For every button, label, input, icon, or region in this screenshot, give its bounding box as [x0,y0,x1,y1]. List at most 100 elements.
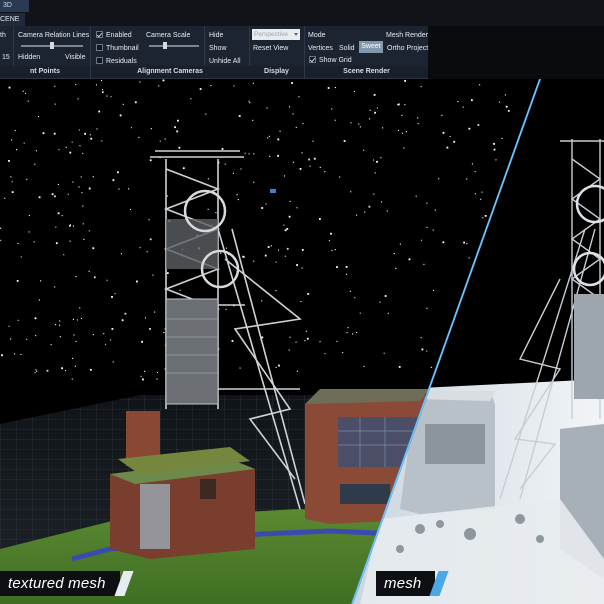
point [112,361,114,363]
camera-relation-hidden-label: Hidden [18,54,41,61]
vertices-button[interactable]: Vertices [308,45,333,52]
point [457,101,459,103]
point [166,272,169,274]
point [319,218,321,220]
point [289,336,291,338]
camera-relation-slider-knob[interactable] [50,42,54,49]
point [327,87,330,89]
point [346,273,348,275]
point [244,152,246,154]
point [449,136,451,138]
point [393,253,395,255]
point [284,255,286,257]
point [397,103,400,106]
point [136,280,138,283]
point [330,232,332,235]
point [420,337,422,339]
point [288,349,290,351]
point [275,290,277,292]
ribbon-toolbar: th 15 Camera Relation Lines Hidden Visib… [0,26,428,79]
point [350,191,352,193]
show-grid-label: Show Grid [319,57,352,64]
point [286,228,289,230]
point [28,215,30,217]
point [14,353,16,355]
point [308,158,310,161]
point [284,229,287,232]
point [306,337,309,340]
sweet-button[interactable]: Sweet [359,41,383,53]
projection-value: Perspective [254,31,288,38]
solid-button[interactable]: Solid [339,45,355,52]
point [292,113,294,115]
show-button[interactable]: Show [209,45,227,52]
show-grid-checkbox[interactable] [309,56,316,63]
camera-scale-slider-knob[interactable] [163,42,167,49]
point [350,122,352,124]
point [468,127,471,130]
ortho-project-button[interactable]: Ortho Project [387,45,428,52]
point [403,147,405,149]
point [114,293,116,295]
point [106,279,108,281]
unhide-all-button[interactable]: Unhide All [209,58,241,65]
point [38,299,40,301]
point [69,224,71,226]
point [46,369,49,372]
point [207,178,209,180]
camera-relation-visible-label: Visible [65,54,86,61]
point [505,105,508,108]
point [359,126,361,128]
point [55,226,57,228]
enabled-checkbox[interactable] [96,31,103,38]
point [8,86,11,89]
point [110,339,112,341]
3d-viewport[interactable]: textured mesh mesh [0,79,604,604]
point [278,364,280,367]
point [120,253,122,255]
point [453,140,456,143]
point [286,247,289,250]
point [253,260,255,262]
point [401,114,403,116]
camera-marker[interactable] [270,189,276,193]
mode-label: Mode [308,32,326,39]
point [299,168,302,170]
point [34,372,36,374]
point [75,276,77,278]
point [59,336,61,338]
point [374,111,376,114]
thumbnail-checkbox[interactable] [96,44,103,51]
point [35,369,37,371]
point [305,330,307,332]
projection-dropdown[interactable]: Perspective [252,29,300,40]
point [88,187,91,190]
point [164,138,166,140]
point [102,89,104,91]
viewport-canvas[interactable] [0,79,604,604]
point [156,378,158,380]
point [42,132,45,135]
point [331,249,333,251]
point [149,159,152,162]
point [112,179,115,182]
point [279,130,281,132]
camera-scale-slider[interactable] [149,45,199,47]
residuals-checkbox[interactable] [96,57,103,64]
tab-3d[interactable]: 3D [0,0,29,12]
point [11,181,13,183]
point [96,128,98,130]
reset-view-button[interactable]: Reset View [253,45,288,52]
point [369,109,371,111]
point [89,368,92,371]
point [58,149,60,151]
point [334,119,336,121]
point [75,340,77,342]
point [312,140,314,142]
hide-button[interactable]: Hide [209,32,223,39]
point [36,370,38,372]
point [63,254,65,256]
point [158,85,160,87]
point [148,219,150,221]
point [345,266,348,268]
